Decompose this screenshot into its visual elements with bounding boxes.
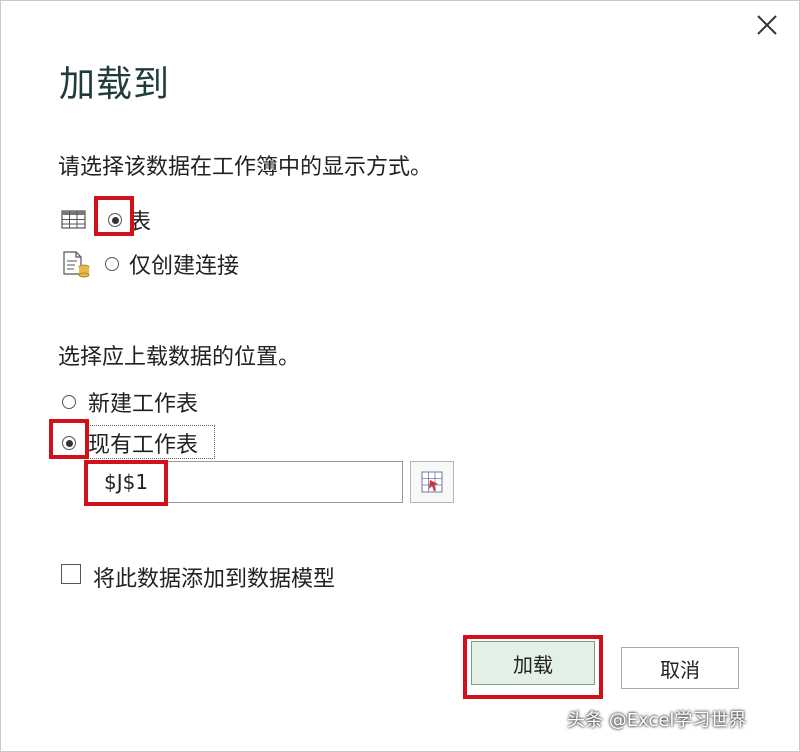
display-section-label: 请选择该数据在工作簿中的显示方式。 <box>58 155 433 180</box>
option-new-worksheet[interactable]: 新建工作表 <box>62 386 198 418</box>
option-connection-only[interactable]: 仅创建连接 <box>61 248 239 280</box>
data-model-checkbox[interactable] <box>61 564 81 584</box>
range-picker-icon <box>421 471 443 493</box>
highlight-reference-input <box>84 460 168 506</box>
highlight-load-button <box>463 635 603 699</box>
location-section-label: 选择应上载数据的位置。 <box>58 345 301 370</box>
data-model-option: 将此数据添加到数据模型 <box>93 561 335 593</box>
focus-outline <box>85 425 215 459</box>
highlight-existing-radio <box>49 419 89 459</box>
cancel-button[interactable]: 取消 <box>621 647 739 689</box>
range-picker-button[interactable] <box>410 461 454 503</box>
connection-icon <box>61 250 91 278</box>
connection-only-radio[interactable] <box>105 257 119 271</box>
dialog-title: 加载到 <box>59 64 171 105</box>
table-icon <box>61 209 87 231</box>
connection-only-label: 仅创建连接 <box>129 254 240 279</box>
watermark: 头条 @Excel学习世界 <box>567 710 747 731</box>
new-worksheet-radio[interactable] <box>62 395 76 409</box>
new-worksheet-label: 新建工作表 <box>88 392 199 417</box>
data-model-label: 将此数据添加到数据模型 <box>93 567 336 592</box>
highlight-table-radio <box>94 196 134 236</box>
load-to-dialog: 加载到 请选择该数据在工作簿中的显示方式。 表 仅创建连接 选择应上载数据的位置… <box>0 0 800 752</box>
close-icon[interactable] <box>753 11 781 39</box>
